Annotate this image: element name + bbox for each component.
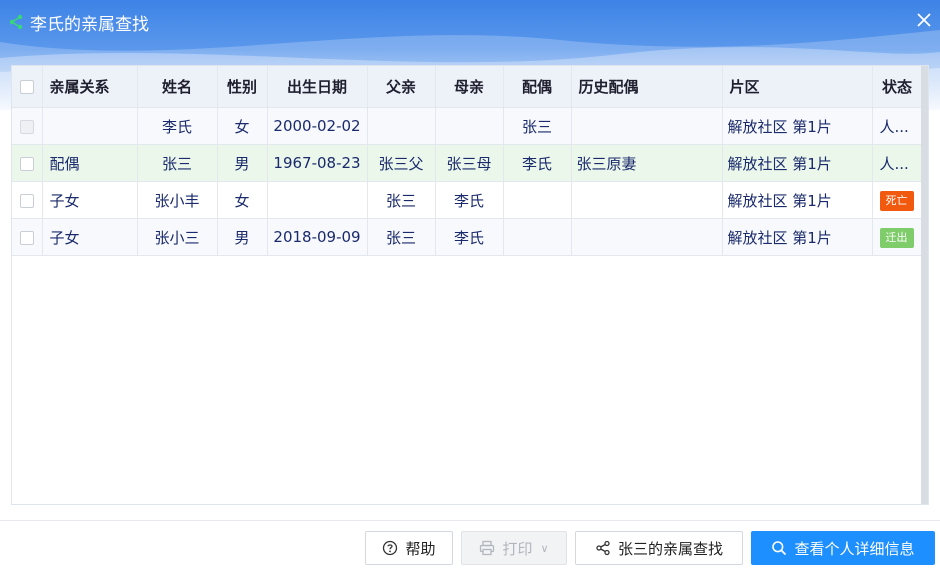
cell-birth-date: 1967-08-23 xyxy=(267,144,368,182)
cell-gender: 男 xyxy=(217,218,268,256)
help-button[interactable]: 帮助 xyxy=(365,531,453,565)
cell-history-spouse xyxy=(571,218,723,256)
table-row[interactable]: 子女 张小三 男 2018-09-09 张三 李氏 解放社区 第1片 迁出 xyxy=(12,218,923,256)
dialog-title: 李氏的亲属查找 xyxy=(8,10,149,35)
print-button-label: 打印 xyxy=(502,539,533,558)
cell-gender: 女 xyxy=(217,181,268,219)
cell-mother: 李氏 xyxy=(435,218,504,256)
column-header-history-spouse[interactable]: 历史配偶 xyxy=(571,66,723,108)
cell-spouse: 李氏 xyxy=(503,144,572,182)
view-details-button-label: 查看个人详细信息 xyxy=(794,539,915,558)
cell-mother: 李氏 xyxy=(435,181,504,219)
vertical-scrollbar-thumb[interactable] xyxy=(921,66,928,504)
row-checkbox[interactable] xyxy=(12,218,43,256)
cell-father: 张三 xyxy=(367,218,436,256)
view-details-button[interactable]: 查看个人详细信息 xyxy=(751,531,935,565)
relatives-lookup-button-label: 张三的亲属查找 xyxy=(617,539,723,558)
cell-father: 张三父 xyxy=(367,144,436,182)
cell-history-spouse xyxy=(571,107,723,145)
cell-relation: 子女 xyxy=(42,181,138,219)
cell-status: 人... xyxy=(872,107,923,145)
cell-district: 解放社区 第1片 xyxy=(722,144,873,182)
search-icon xyxy=(771,540,787,556)
cell-district: 解放社区 第1片 xyxy=(722,181,873,219)
table-header-row: 亲属关系 姓名 性别 出生日期 父亲 母亲 配偶 历史配偶 片区 状态 xyxy=(12,66,923,108)
share-icon xyxy=(595,540,611,556)
cell-father xyxy=(367,107,436,145)
cell-name: 张三 xyxy=(137,144,218,182)
share-icon xyxy=(8,14,24,30)
column-header-father[interactable]: 父亲 xyxy=(367,66,436,108)
table-row[interactable]: 配偶 张三 男 1967-08-23 张三父 张三母 李氏 张三原妻 解放社区 … xyxy=(12,144,923,182)
cell-name: 李氏 xyxy=(137,107,218,145)
help-button-label: 帮助 xyxy=(405,539,436,558)
cell-relation: 配偶 xyxy=(42,144,138,182)
table-row[interactable]: 李氏 女 2000-02-02 张三 解放社区 第1片 人... xyxy=(12,107,923,145)
cell-gender: 男 xyxy=(217,144,268,182)
select-all-checkbox[interactable] xyxy=(12,66,43,108)
printer-icon xyxy=(479,540,495,556)
status-badge-moved-out: 迁出 xyxy=(879,227,914,248)
chevron-down-icon: ∨ xyxy=(540,541,549,555)
cell-status: 人... xyxy=(872,144,923,182)
table-row[interactable]: 子女 张小丰 女 张三 李氏 解放社区 第1片 死亡 xyxy=(12,181,923,219)
close-button[interactable] xyxy=(914,10,934,30)
print-button[interactable]: 打印 ∨ xyxy=(461,531,567,565)
cell-mother xyxy=(435,107,504,145)
column-header-birth-date[interactable]: 出生日期 xyxy=(267,66,368,108)
cell-name: 张小丰 xyxy=(137,181,218,219)
cell-father: 张三 xyxy=(367,181,436,219)
cell-spouse xyxy=(503,218,572,256)
row-checkbox[interactable] xyxy=(12,181,43,219)
relatives-lookup-button[interactable]: 张三的亲属查找 xyxy=(575,531,743,565)
footer-divider xyxy=(0,520,940,521)
cell-birth-date: 2018-09-09 xyxy=(267,218,368,256)
cell-district: 解放社区 第1片 xyxy=(722,218,873,256)
cell-status: 迁出 xyxy=(872,218,923,256)
close-icon xyxy=(917,13,931,27)
question-circle-icon xyxy=(382,540,398,556)
cell-gender: 女 xyxy=(217,107,268,145)
relatives-grid-panel: 亲属关系 姓名 性别 出生日期 父亲 母亲 配偶 历史配偶 片区 状态 李氏 女… xyxy=(11,65,929,505)
column-header-mother[interactable]: 母亲 xyxy=(435,66,504,108)
column-header-district[interactable]: 片区 xyxy=(722,66,873,108)
cell-history-spouse: 张三原妻 xyxy=(571,144,723,182)
cell-spouse: 张三 xyxy=(503,107,572,145)
column-header-spouse[interactable]: 配偶 xyxy=(503,66,572,108)
cell-name: 张小三 xyxy=(137,218,218,256)
cell-spouse xyxy=(503,181,572,219)
cell-relation: 子女 xyxy=(42,218,138,256)
column-header-name[interactable]: 姓名 xyxy=(137,66,218,108)
cell-status: 死亡 xyxy=(872,181,923,219)
column-header-relation[interactable]: 亲属关系 xyxy=(42,66,138,108)
row-checkbox[interactable] xyxy=(12,107,43,145)
column-header-status[interactable]: 状态 xyxy=(872,66,923,108)
cell-relation xyxy=(42,107,138,145)
cell-mother: 张三母 xyxy=(435,144,504,182)
status-badge-deceased: 死亡 xyxy=(879,190,914,211)
cell-history-spouse xyxy=(571,181,723,219)
column-header-gender[interactable]: 性别 xyxy=(217,66,268,108)
row-checkbox[interactable] xyxy=(12,144,43,182)
relatives-table: 亲属关系 姓名 性别 出生日期 父亲 母亲 配偶 历史配偶 片区 状态 李氏 女… xyxy=(12,66,923,256)
cell-district: 解放社区 第1片 xyxy=(722,107,873,145)
cell-birth-date: 2000-02-02 xyxy=(267,107,368,145)
cell-birth-date xyxy=(267,181,368,219)
dialog-title-text: 李氏的亲属查找 xyxy=(30,14,149,35)
